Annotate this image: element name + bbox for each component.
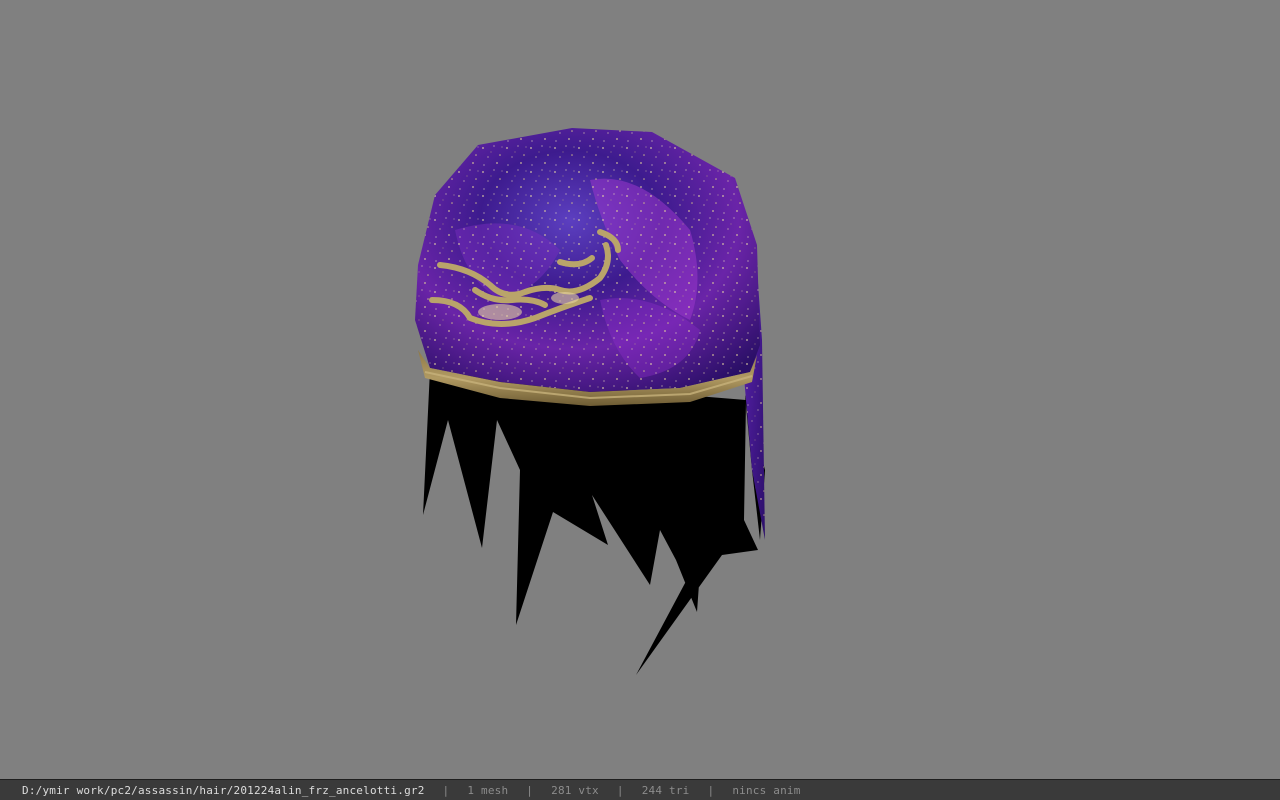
model-render bbox=[415, 128, 765, 675]
status-animation: nincs anim bbox=[732, 783, 801, 797]
status-triangle-count: 244 tri bbox=[641, 783, 690, 797]
status-separator: | bbox=[442, 783, 450, 797]
status-file-path: D:/ymir work/pc2/assassin/hair/201224ali… bbox=[22, 783, 425, 797]
3d-viewport[interactable] bbox=[0, 0, 1280, 779]
status-separator: | bbox=[616, 783, 624, 797]
hair-mesh bbox=[423, 370, 765, 675]
status-mesh-count: 1 mesh bbox=[467, 783, 509, 797]
status-bar: D:/ymir work/pc2/assassin/hair/201224ali… bbox=[0, 779, 1280, 800]
status-vertex-count: 281 vtx bbox=[551, 783, 599, 797]
status-separator: | bbox=[707, 783, 715, 797]
status-separator: | bbox=[526, 783, 534, 797]
